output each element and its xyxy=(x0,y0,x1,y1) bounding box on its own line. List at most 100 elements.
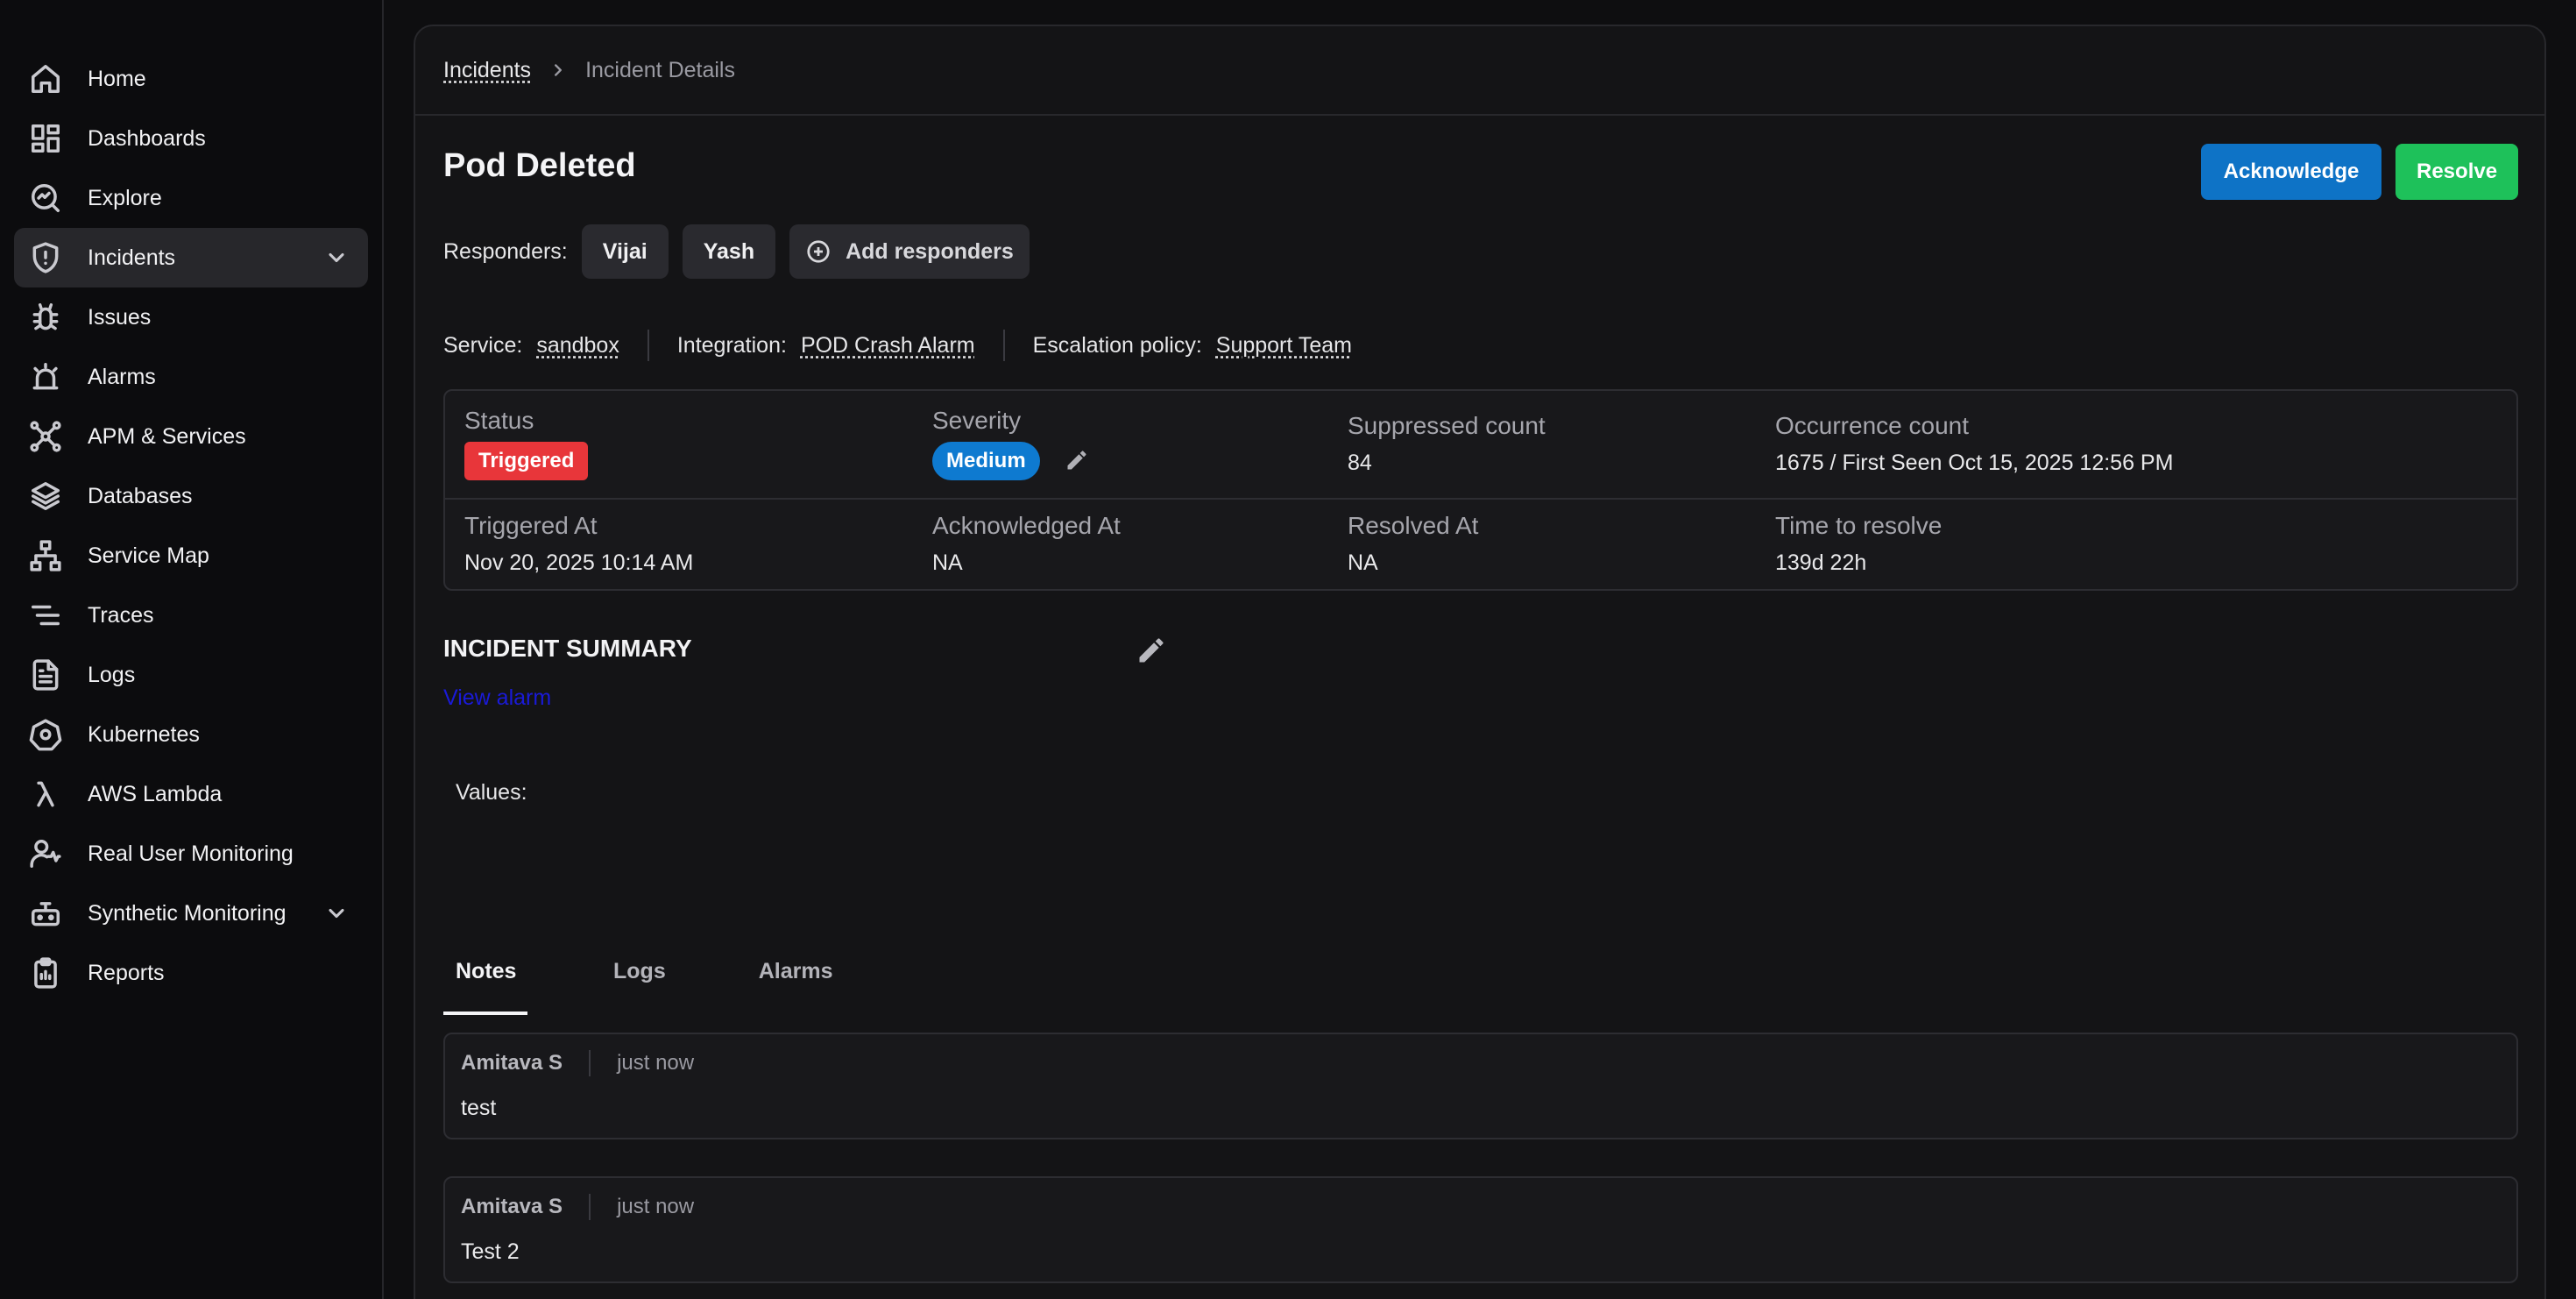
sidebar-item-label: Reports xyxy=(88,960,165,985)
sidebar-item-label: Dashboards xyxy=(88,125,206,151)
sidebar-item-alarms[interactable]: Alarms xyxy=(14,347,368,407)
values-label: Values: xyxy=(456,780,527,805)
resolved-at-cell: Resolved At NA xyxy=(1348,512,1478,576)
edit-summary-icon[interactable] xyxy=(1136,635,1167,671)
acknowledged-at-label: Acknowledged At xyxy=(932,512,1121,539)
sitemap-icon xyxy=(28,538,63,573)
sidebar-item-label: Kubernetes xyxy=(88,721,200,747)
status-badge: Triggered xyxy=(464,442,589,480)
breadcrumb-incidents-link[interactable]: Incidents xyxy=(443,58,531,83)
responder-chip[interactable]: Yash xyxy=(682,224,776,279)
sidebar-item-service-map[interactable]: Service Map xyxy=(14,526,368,586)
status-table: Status Triggered Severity Medium Suppres… xyxy=(443,389,2518,591)
tab-alarms[interactable]: Alarms xyxy=(759,941,833,1015)
clipboard-icon xyxy=(28,955,63,990)
severity-cell: Severity Medium xyxy=(932,407,1089,480)
status-label: Status xyxy=(464,407,534,434)
chevron-down-icon[interactable] xyxy=(324,245,349,270)
shield-icon xyxy=(28,240,63,275)
resolved-at-label: Resolved At xyxy=(1348,512,1479,539)
sidebar-item-label: Explore xyxy=(88,185,162,210)
responders-label: Responders: xyxy=(443,238,568,264)
sidebar: Home Dashboards Explore Incidents Issues… xyxy=(0,0,384,1299)
kubernetes-icon xyxy=(28,717,63,752)
robot-icon xyxy=(28,896,63,931)
sidebar-item-label: Traces xyxy=(88,602,154,628)
sidebar-item-label: Logs xyxy=(88,662,136,687)
triggered-at-value: Nov 20, 2025 10:14 AM xyxy=(464,550,694,575)
tab-bar: Notes Logs Alarms xyxy=(443,941,832,1015)
sidebar-item-traces[interactable]: Traces xyxy=(14,586,368,645)
divider xyxy=(1002,330,1005,361)
chevron-down-icon[interactable] xyxy=(324,901,349,926)
status-cell: Status Triggered xyxy=(464,407,589,480)
note-author: Amitava S xyxy=(461,1051,563,1075)
explore-icon xyxy=(28,181,63,216)
sidebar-item-kubernetes[interactable]: Kubernetes xyxy=(14,705,368,764)
breadcrumb: Incidents Incident Details xyxy=(415,26,2544,116)
layers-icon xyxy=(28,479,63,514)
home-icon xyxy=(28,61,63,96)
sidebar-item-label: Real User Monitoring xyxy=(88,841,294,866)
triggered-at-label: Triggered At xyxy=(464,512,598,539)
sidebar-item-label: Incidents xyxy=(88,245,176,270)
sidebar-item-real-user-monitoring[interactable]: Real User Monitoring xyxy=(14,824,368,884)
occurrence-count-label: Occurrence count xyxy=(1775,412,1969,439)
add-responders-button[interactable]: Add responders xyxy=(789,224,1030,279)
bug-icon xyxy=(28,300,63,335)
edit-severity-icon[interactable] xyxy=(1065,448,1089,477)
occurrence-count-value: 1675 / First Seen Oct 15, 2025 12:56 PM xyxy=(1775,451,2174,475)
responder-chip[interactable]: Vijai xyxy=(581,224,669,279)
sidebar-item-home[interactable]: Home xyxy=(14,49,368,109)
dashboard-icon xyxy=(28,121,63,156)
lambda-icon xyxy=(28,777,63,812)
sidebar-item-label: Databases xyxy=(88,483,193,508)
traces-icon xyxy=(28,598,63,633)
suppressed-count-cell: Suppressed count 84 xyxy=(1348,412,1546,476)
sidebar-item-aws-lambda[interactable]: AWS Lambda xyxy=(14,764,368,824)
note-author: Amitava S xyxy=(461,1195,563,1218)
view-alarm-link[interactable]: View alarm xyxy=(443,685,551,711)
note-timestamp: just now xyxy=(617,1195,695,1218)
severity-badge: Medium xyxy=(932,442,1040,480)
siren-icon xyxy=(28,359,63,394)
divider xyxy=(589,1194,591,1220)
sidebar-item-label: Issues xyxy=(88,304,152,330)
sidebar-item-reports[interactable]: Reports xyxy=(14,943,368,1003)
escalation-policy-link[interactable]: Support Team xyxy=(1216,333,1352,358)
suppressed-count-value: 84 xyxy=(1348,451,1372,475)
add-responders-label: Add responders xyxy=(846,238,1014,264)
time-to-resolve-label: Time to resolve xyxy=(1775,512,1943,539)
breadcrumb-current: Incident Details xyxy=(585,57,735,82)
note-card: Amitava S just now test xyxy=(443,1033,2518,1139)
time-to-resolve-cell: Time to resolve 139d 22h xyxy=(1775,512,1942,576)
sidebar-item-databases[interactable]: Databases xyxy=(14,466,368,526)
network-icon xyxy=(28,419,63,454)
divider xyxy=(445,498,2516,500)
acknowledge-button[interactable]: Acknowledge xyxy=(2201,144,2381,200)
file-text-icon xyxy=(28,657,63,692)
sidebar-item-dashboards[interactable]: Dashboards xyxy=(14,109,368,168)
sidebar-item-label: AWS Lambda xyxy=(88,781,223,806)
sidebar-item-logs[interactable]: Logs xyxy=(14,645,368,705)
tab-logs[interactable]: Logs xyxy=(613,941,666,1015)
integration-link[interactable]: POD Crash Alarm xyxy=(801,333,975,358)
sidebar-item-incidents[interactable]: Incidents xyxy=(14,228,368,287)
incident-meta-row: Service: sandbox Integration: POD Crash … xyxy=(443,330,1352,361)
sidebar-item-explore[interactable]: Explore xyxy=(14,168,368,228)
tab-notes[interactable]: Notes xyxy=(443,941,527,1015)
resolve-button[interactable]: Resolve xyxy=(2396,144,2518,200)
responders-row: Responders: Vijai Yash Add responders xyxy=(443,224,1030,279)
note-body: test xyxy=(461,1096,497,1120)
divider xyxy=(589,1050,591,1076)
sidebar-item-label: Service Map xyxy=(88,543,209,568)
sidebar-item-apm-services[interactable]: APM & Services xyxy=(14,407,368,466)
occurrence-count-cell: Occurrence count 1675 / First Seen Oct 1… xyxy=(1775,412,2173,476)
sidebar-item-synthetic-monitoring[interactable]: Synthetic Monitoring xyxy=(14,884,368,943)
note-header: Amitava S just now xyxy=(461,1194,694,1220)
service-link[interactable]: sandbox xyxy=(536,333,619,358)
escalation-policy-label: Escalation policy: xyxy=(1032,332,1202,358)
acknowledged-at-value: NA xyxy=(932,550,963,575)
sidebar-item-issues[interactable]: Issues xyxy=(14,287,368,347)
incident-details-panel: Incidents Incident Details Pod Deleted A… xyxy=(414,25,2546,1299)
